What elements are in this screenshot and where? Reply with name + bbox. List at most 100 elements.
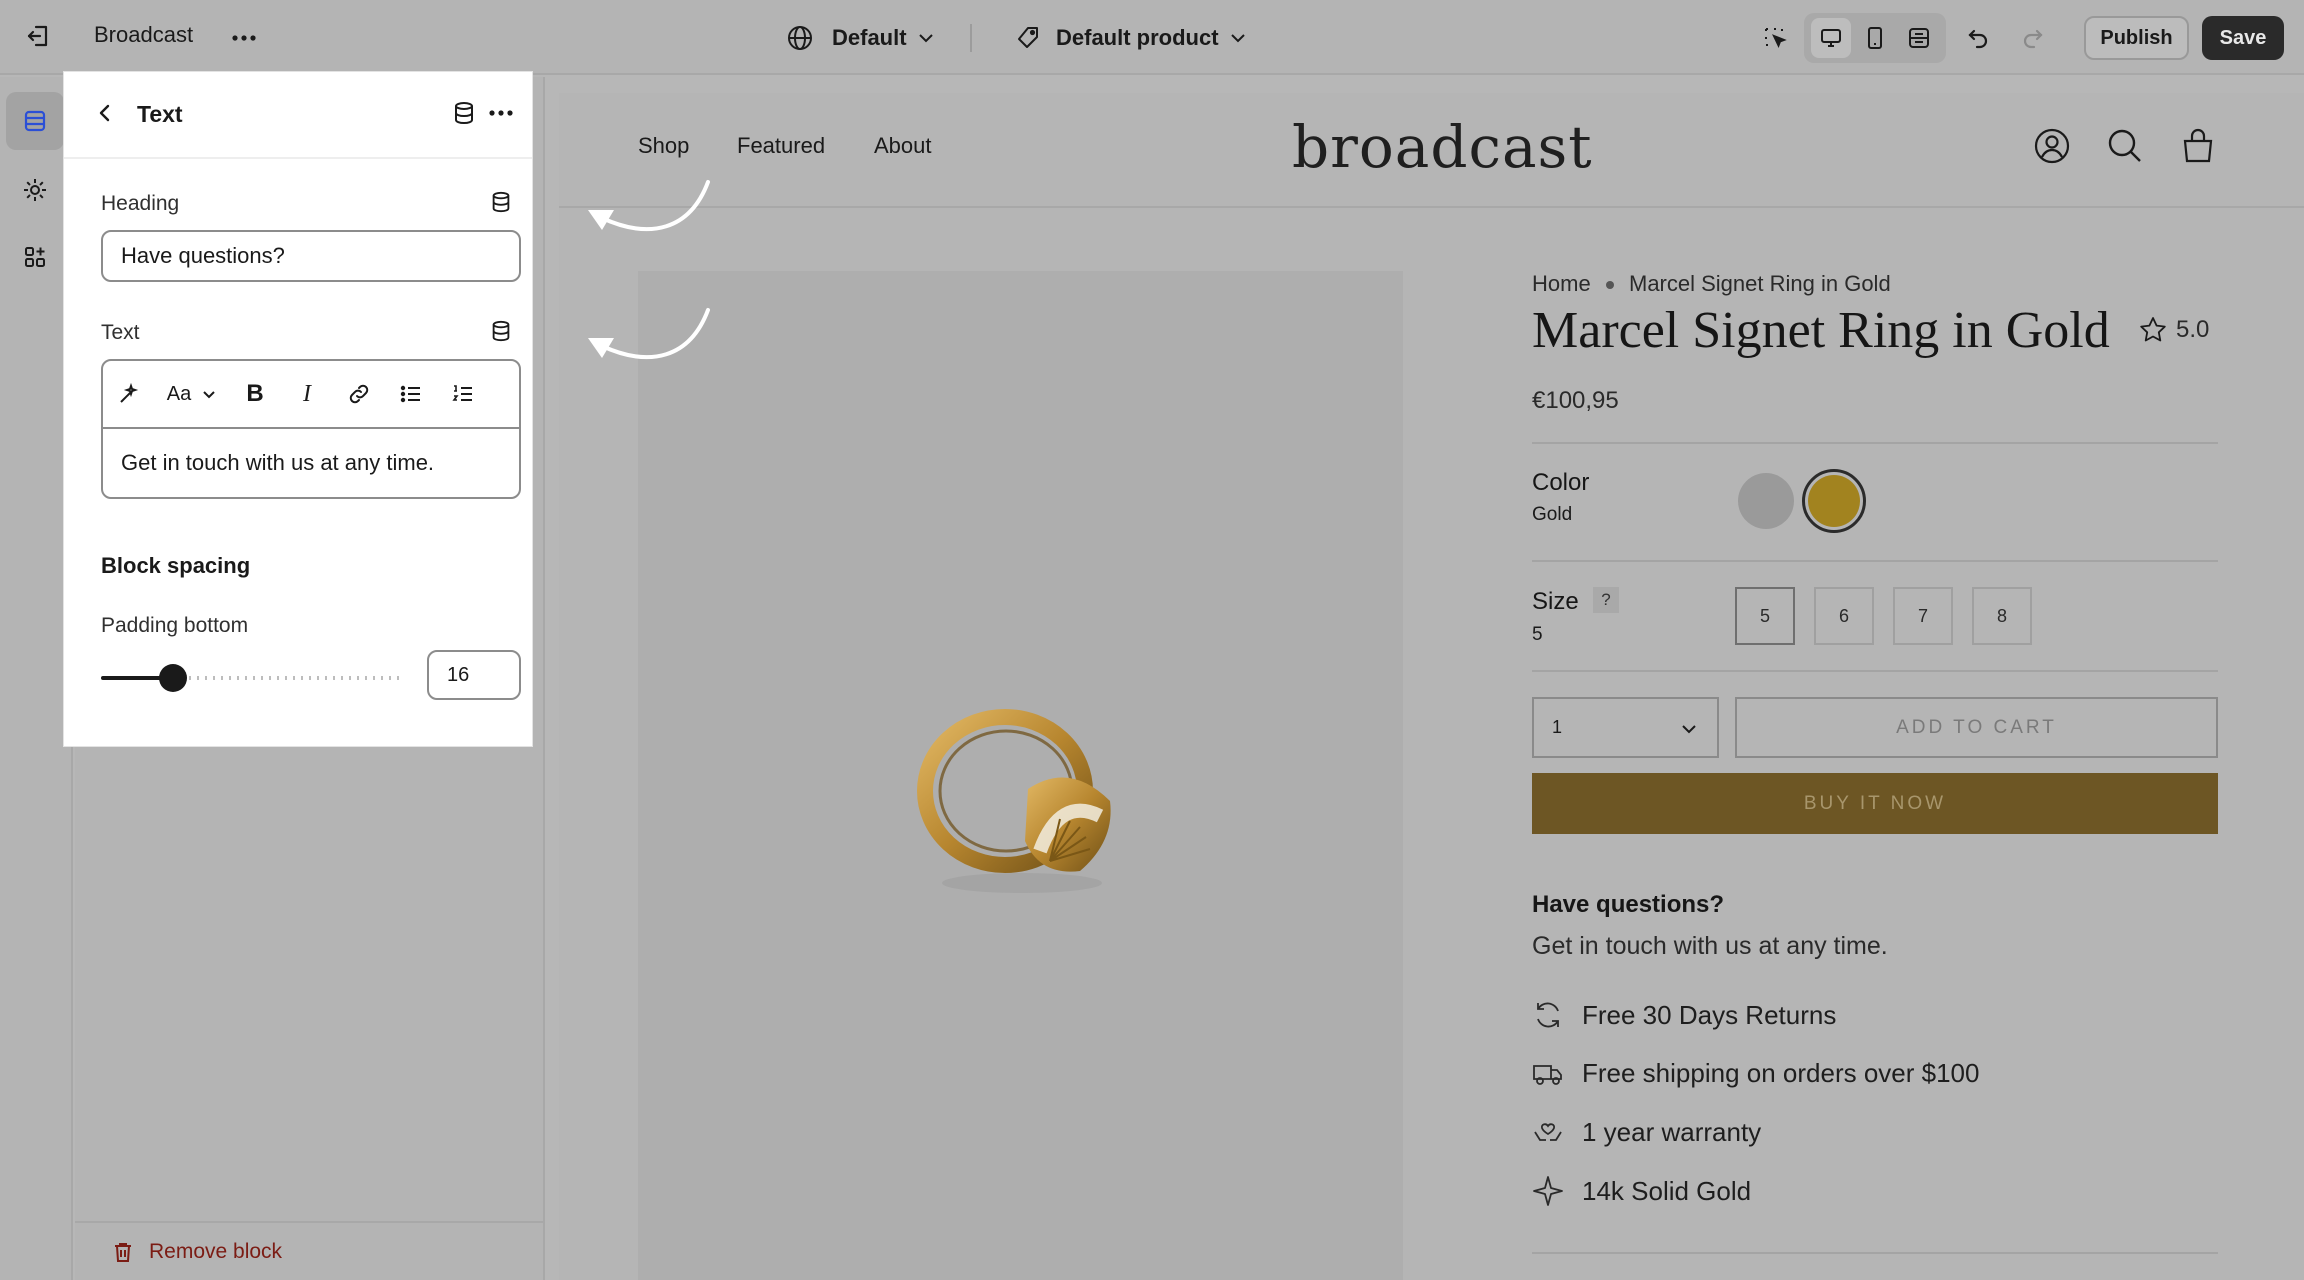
bold-icon: B xyxy=(246,380,264,407)
undo-button[interactable] xyxy=(1958,18,1998,58)
gold-swatch-fill xyxy=(1808,475,1860,527)
color-swatch-gold[interactable] xyxy=(1802,469,1866,533)
slider-thumb[interactable] xyxy=(159,664,187,692)
store-name: Broadcast xyxy=(94,22,194,47)
sparkle-icon xyxy=(1533,1176,1563,1206)
nav-link-shop[interactable]: Shop xyxy=(638,133,689,159)
theme-settings-nav-button[interactable] xyxy=(6,161,64,219)
hands-heart-icon xyxy=(1534,1123,1562,1141)
save-button[interactable]: Save xyxy=(2202,16,2284,60)
dynamic-source-button[interactable] xyxy=(451,100,477,131)
inspector-button[interactable] xyxy=(1755,18,1795,58)
search-icon[interactable] xyxy=(2106,127,2144,170)
redo-icon xyxy=(2013,18,2053,58)
padding-bottom-label: Padding bottom xyxy=(101,614,249,637)
publish-button[interactable]: Publish xyxy=(2084,16,2189,60)
product-title: Marcel Signet Ring in Gold xyxy=(1532,302,2110,359)
text-rich-editor: Aa B I Get in touch with us at any time. xyxy=(101,359,521,499)
size-option-7[interactable]: 7 xyxy=(1893,587,1953,645)
add-to-cart-button[interactable]: ADD TO CART xyxy=(1735,697,2218,758)
remove-block-button[interactable]: Remove block xyxy=(75,1221,545,1280)
quantity-select[interactable]: 1 xyxy=(1532,697,1719,758)
buy-now-button[interactable]: BUY IT NOW xyxy=(1532,773,2218,834)
product-image xyxy=(910,701,1130,906)
chevron-left-icon xyxy=(99,104,110,122)
redo-button[interactable] xyxy=(2013,18,2053,58)
bullet-list-button[interactable] xyxy=(385,374,437,414)
heading-input-value: Have questions? xyxy=(121,243,285,268)
template-selector-label: Default product xyxy=(1056,25,1219,50)
feature-text: Free shipping on orders over $100 xyxy=(1582,1057,1980,1088)
heading-input[interactable]: Have questions? xyxy=(101,230,521,282)
store-logo[interactable]: broadcast xyxy=(1292,113,1593,181)
size-option-5[interactable]: 5 xyxy=(1735,587,1795,645)
italic-button[interactable]: I xyxy=(281,374,333,414)
color-swatch-silver[interactable] xyxy=(1738,473,1794,529)
nav-link-about[interactable]: About xyxy=(874,133,932,159)
chevron-down-icon xyxy=(1223,18,1253,58)
fullwidth-view-button[interactable] xyxy=(1899,18,1939,58)
ai-generate-button[interactable] xyxy=(103,374,155,414)
back-button[interactable] xyxy=(94,102,116,129)
cart-icon[interactable] xyxy=(2179,127,2217,170)
quantity-value: 1 xyxy=(1552,717,1563,737)
header-divider xyxy=(559,206,2304,208)
numbered-list-button[interactable] xyxy=(437,374,489,414)
numbered-list-icon xyxy=(452,385,472,401)
theme-selector[interactable]: Default xyxy=(780,18,941,58)
breadcrumb-separator xyxy=(1606,281,1614,289)
desktop-view-button[interactable] xyxy=(1811,18,1851,58)
product-rating: 5.0 xyxy=(2138,315,2209,345)
link-button[interactable] xyxy=(333,374,385,414)
size-option-8[interactable]: 8 xyxy=(1972,587,2032,645)
mobile-view-button[interactable] xyxy=(1855,18,1895,58)
inspector-cursor-icon xyxy=(1755,18,1795,58)
trash-icon xyxy=(115,1242,131,1262)
top-bar: Broadcast Default Default product Publis… xyxy=(0,0,2304,75)
bold-button[interactable]: B xyxy=(229,374,281,414)
arrow-to-text xyxy=(600,308,710,360)
apps-nav-button[interactable] xyxy=(6,228,64,286)
more-horizontal-icon xyxy=(489,110,513,116)
apps-icon xyxy=(25,247,45,267)
size-option-6[interactable]: 6 xyxy=(1814,587,1874,645)
truck-icon xyxy=(1533,1065,1562,1085)
database-icon xyxy=(492,320,510,342)
undo-icon xyxy=(1958,18,1998,58)
chevron-down-icon xyxy=(203,391,215,399)
padding-bottom-input[interactable]: 16 xyxy=(427,650,521,700)
divider xyxy=(1532,442,2218,444)
breadcrumb-current: Marcel Signet Ring in Gold xyxy=(1629,271,1891,296)
text-style-dropdown[interactable]: Aa xyxy=(155,374,229,414)
size-value: 5 xyxy=(1532,624,1543,645)
fullscreen-icon xyxy=(1909,28,1929,48)
magic-wand-icon xyxy=(120,382,139,403)
product-price: €100,95 xyxy=(1532,387,1619,414)
heading-dynamic-source-button[interactable] xyxy=(489,190,513,219)
more-options-button[interactable] xyxy=(224,18,264,58)
rating-value: 5.0 xyxy=(2176,316,2210,343)
template-selector[interactable]: Default product xyxy=(1008,18,1253,58)
desktop-icon xyxy=(1821,29,1841,47)
database-icon xyxy=(455,102,473,125)
bullet-list-icon xyxy=(400,385,420,403)
viewport-switcher xyxy=(1804,13,1946,63)
size-label: Size xyxy=(1532,588,1579,615)
panel-more-button[interactable] xyxy=(487,100,515,131)
returns-icon xyxy=(1537,1002,1559,1028)
account-icon[interactable] xyxy=(2033,127,2071,170)
exit-button[interactable] xyxy=(18,16,58,56)
padding-bottom-slider[interactable] xyxy=(101,664,401,692)
mobile-icon xyxy=(1868,27,1882,49)
text-field-label: Text xyxy=(101,321,140,344)
feature-returns: Free 30 Days Returns xyxy=(1532,999,1836,1031)
rte-content[interactable]: Get in touch with us at any time. xyxy=(103,429,519,497)
breadcrumb-home[interactable]: Home xyxy=(1532,271,1591,297)
tag-icon xyxy=(1008,18,1048,58)
block-settings-panel: Text Heading Have questions? Text Aa B I… xyxy=(64,72,532,746)
sections-nav-button[interactable] xyxy=(6,92,64,150)
nav-link-featured[interactable]: Featured xyxy=(737,133,825,159)
more-horizontal-icon xyxy=(224,18,264,58)
size-help-badge[interactable]: ? xyxy=(1593,587,1619,613)
text-dynamic-source-button[interactable] xyxy=(489,319,513,348)
